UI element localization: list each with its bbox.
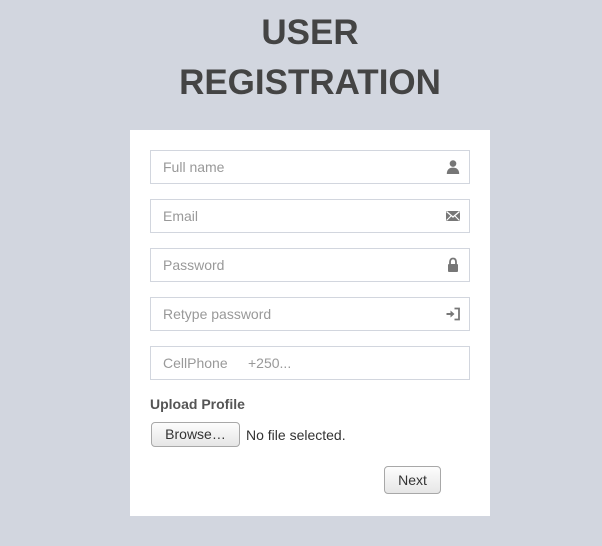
password-input[interactable] <box>151 249 443 281</box>
fullname-field <box>150 150 470 184</box>
email-field <box>150 199 470 233</box>
envelope-icon <box>446 211 460 221</box>
upload-profile-label: Upload Profile <box>150 396 245 412</box>
lock-icon <box>448 257 458 272</box>
cellphone-label: CellPhone <box>163 355 228 371</box>
email-input[interactable] <box>151 200 443 232</box>
user-icon <box>446 160 460 174</box>
cellphone-field: CellPhone <box>150 346 470 380</box>
sign-in-icon <box>446 307 460 321</box>
next-button[interactable]: Next <box>384 466 441 494</box>
password-field <box>150 248 470 282</box>
retype-password-field <box>150 297 470 331</box>
retype-password-input[interactable] <box>151 298 443 330</box>
page-title-line-1: USER <box>261 13 359 52</box>
browse-button[interactable]: Browse… <box>151 422 240 447</box>
page-title-line-2: REGISTRATION <box>179 63 441 102</box>
registration-form: CellPhone Upload Profile Browse… No file… <box>130 130 490 516</box>
page-title: USER REGISTRATION <box>0 8 602 108</box>
cellphone-input[interactable] <box>236 347 468 379</box>
fullname-input[interactable] <box>151 151 443 183</box>
file-status-text: No file selected. <box>246 427 346 443</box>
